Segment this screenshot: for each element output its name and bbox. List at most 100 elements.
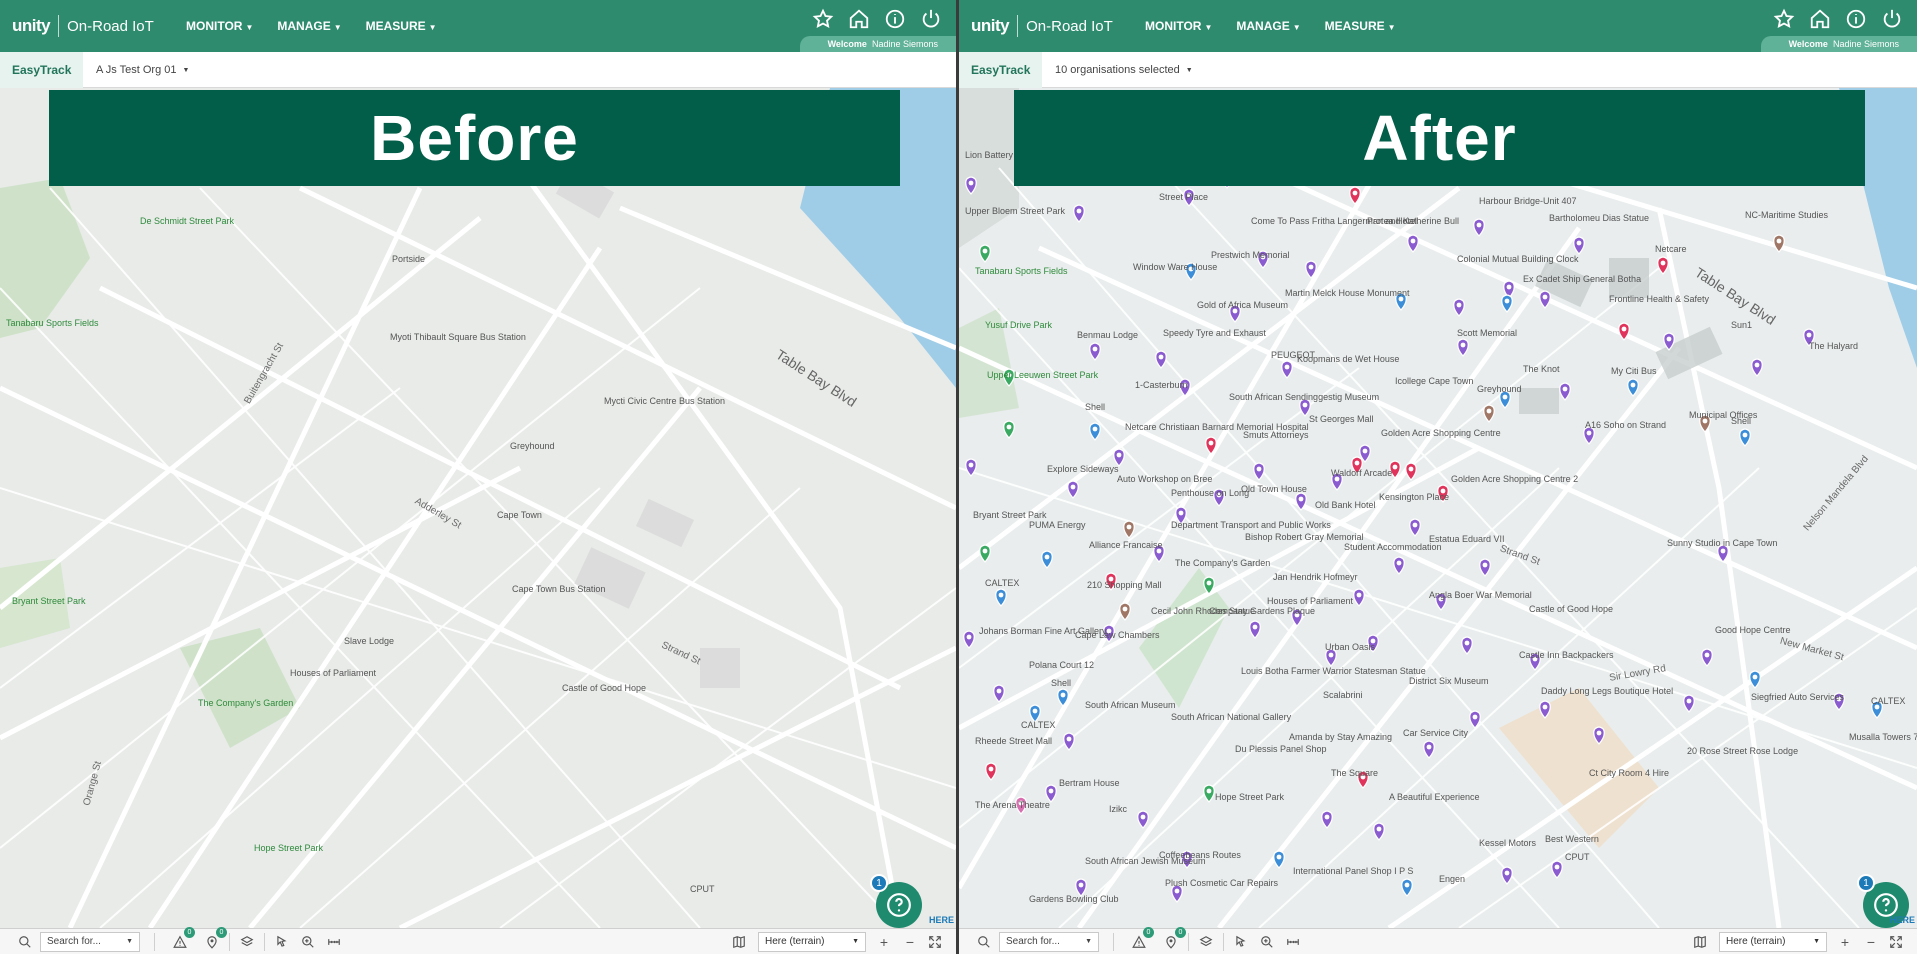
poi-pin-icon[interactable] — [965, 458, 977, 477]
search-input[interactable]: Search for... ▼ — [40, 931, 140, 952]
zoom-icon[interactable] — [299, 933, 317, 951]
home-icon[interactable] — [1809, 8, 1831, 30]
poi-pin-icon[interactable] — [1551, 860, 1563, 879]
nav-measure[interactable]: MEASURE ▼ — [366, 19, 437, 33]
poi-pin-icon[interactable] — [1057, 688, 1069, 707]
map-icon[interactable] — [730, 933, 748, 951]
map-layer-select[interactable]: Here (terrain) ▼ — [1719, 931, 1827, 952]
organisation-select[interactable]: A Js Test Org 01 ▼ — [96, 52, 189, 88]
poi-pin-icon[interactable] — [1701, 648, 1713, 667]
plus-icon[interactable]: + — [1835, 934, 1855, 950]
poi-pin-icon[interactable] — [1483, 404, 1495, 423]
poi-pin-icon[interactable] — [1407, 234, 1419, 253]
poi-pin-icon[interactable] — [1401, 878, 1413, 897]
poi-pin-icon[interactable] — [995, 588, 1007, 607]
star-icon[interactable] — [812, 8, 834, 30]
search-icon[interactable] — [975, 933, 993, 951]
power-icon[interactable] — [1881, 8, 1903, 30]
poi-pin-icon[interactable] — [1479, 558, 1491, 577]
poi-pin-icon[interactable] — [979, 244, 991, 263]
poi-pin-icon[interactable] — [963, 630, 975, 649]
poi-pin-icon[interactable] — [1203, 576, 1215, 595]
poi-pin-icon[interactable] — [1663, 332, 1675, 351]
poi-pin-icon[interactable] — [1683, 694, 1695, 713]
poi-pin-icon[interactable] — [1593, 726, 1605, 745]
zoom-icon[interactable] — [1258, 933, 1276, 951]
user-name[interactable]: Nadine Siemons — [872, 39, 938, 49]
poi-pin-icon[interactable] — [1273, 850, 1285, 869]
location-pin-icon[interactable]: 0 — [1162, 926, 1186, 951]
app-logo[interactable]: unity On-Road IoT — [971, 15, 1113, 37]
nav-monitor[interactable]: MONITOR ▼ — [186, 19, 253, 33]
app-logo[interactable]: unity On-Road IoT — [12, 15, 154, 37]
poi-pin-icon[interactable] — [965, 176, 977, 195]
poi-pin-icon[interactable] — [1657, 256, 1669, 275]
poi-pin-icon[interactable] — [1067, 480, 1079, 499]
poi-pin-icon[interactable] — [1618, 322, 1630, 341]
poi-pin-icon[interactable] — [979, 544, 991, 563]
poi-pin-icon[interactable] — [1739, 428, 1751, 447]
poi-pin-icon[interactable] — [1539, 290, 1551, 309]
poi-pin-icon[interactable] — [1123, 520, 1135, 539]
poi-pin-icon[interactable] — [1749, 670, 1761, 689]
poi-pin-icon[interactable] — [1205, 436, 1217, 455]
ruler-icon[interactable] — [325, 933, 343, 951]
poi-pin-icon[interactable] — [1089, 342, 1101, 361]
poi-pin-icon[interactable] — [1253, 462, 1265, 481]
nav-manage[interactable]: MANAGE ▼ — [277, 19, 341, 33]
layers-icon[interactable] — [1197, 933, 1215, 951]
poi-pin-icon[interactable] — [1063, 732, 1075, 751]
poi-pin-icon[interactable] — [1349, 186, 1361, 205]
fullscreen-icon[interactable] — [926, 933, 944, 951]
organisation-select[interactable]: 10 organisations selected ▼ — [1055, 52, 1193, 88]
poi-pin-icon[interactable] — [1469, 710, 1481, 729]
map-layer-select[interactable]: Here (terrain) ▼ — [758, 931, 866, 952]
tab-easytrack[interactable]: EasyTrack — [0, 52, 84, 88]
user-name[interactable]: Nadine Siemons — [1833, 39, 1899, 49]
poi-pin-icon[interactable] — [1453, 298, 1465, 317]
poi-pin-icon[interactable] — [1559, 382, 1571, 401]
poi-pin-icon[interactable] — [1137, 810, 1149, 829]
poi-pin-icon[interactable] — [1773, 234, 1785, 253]
poi-pin-icon[interactable] — [1249, 620, 1261, 639]
poi-pin-icon[interactable] — [1353, 588, 1365, 607]
poi-pin-icon[interactable] — [1203, 784, 1215, 803]
poi-pin-icon[interactable] — [1305, 260, 1317, 279]
poi-pin-icon[interactable] — [1423, 740, 1435, 759]
cursor-icon[interactable] — [273, 933, 291, 951]
poi-pin-icon[interactable] — [1281, 360, 1293, 379]
search-icon[interactable] — [16, 933, 34, 951]
poi-pin-icon[interactable] — [1573, 236, 1585, 255]
poi-pin-icon[interactable] — [1751, 358, 1763, 377]
poi-pin-icon[interactable] — [1373, 822, 1385, 841]
fullscreen-icon[interactable] — [1887, 933, 1905, 951]
minus-icon[interactable]: − — [900, 934, 920, 950]
poi-pin-icon[interactable] — [1539, 700, 1551, 719]
power-icon[interactable] — [920, 8, 942, 30]
minus-icon[interactable]: − — [1861, 934, 1881, 950]
tab-easytrack[interactable]: EasyTrack — [959, 52, 1043, 88]
warning-icon[interactable]: 0 — [1130, 926, 1154, 951]
poi-pin-icon[interactable] — [1073, 204, 1085, 223]
poi-pin-icon[interactable] — [985, 762, 997, 781]
home-icon[interactable] — [848, 8, 870, 30]
info-icon[interactable] — [884, 8, 906, 30]
poi-pin-icon[interactable] — [1501, 866, 1513, 885]
search-input[interactable]: Search for... ▼ — [999, 931, 1099, 952]
map-view[interactable]: De Schmidt Street Park Tanabaru Sports F… — [0, 88, 956, 928]
poi-pin-icon[interactable] — [1393, 556, 1405, 575]
poi-pin-icon[interactable] — [1473, 218, 1485, 237]
plus-icon[interactable]: + — [874, 934, 894, 950]
poi-pin-icon[interactable] — [1457, 338, 1469, 357]
ruler-icon[interactable] — [1284, 933, 1302, 951]
poi-pin-icon[interactable] — [1003, 420, 1015, 439]
nav-monitor[interactable]: MONITOR ▼ — [1145, 19, 1212, 33]
location-pin-icon[interactable]: 0 — [203, 926, 227, 951]
map-icon[interactable] — [1691, 933, 1709, 951]
warning-icon[interactable]: 0 — [171, 926, 195, 951]
poi-pin-icon[interactable] — [1119, 602, 1131, 621]
nav-measure[interactable]: MEASURE ▼ — [1325, 19, 1396, 33]
poi-pin-icon[interactable] — [993, 684, 1005, 703]
poi-pin-icon[interactable] — [1627, 378, 1639, 397]
help-button[interactable]: 1 — [870, 874, 922, 928]
